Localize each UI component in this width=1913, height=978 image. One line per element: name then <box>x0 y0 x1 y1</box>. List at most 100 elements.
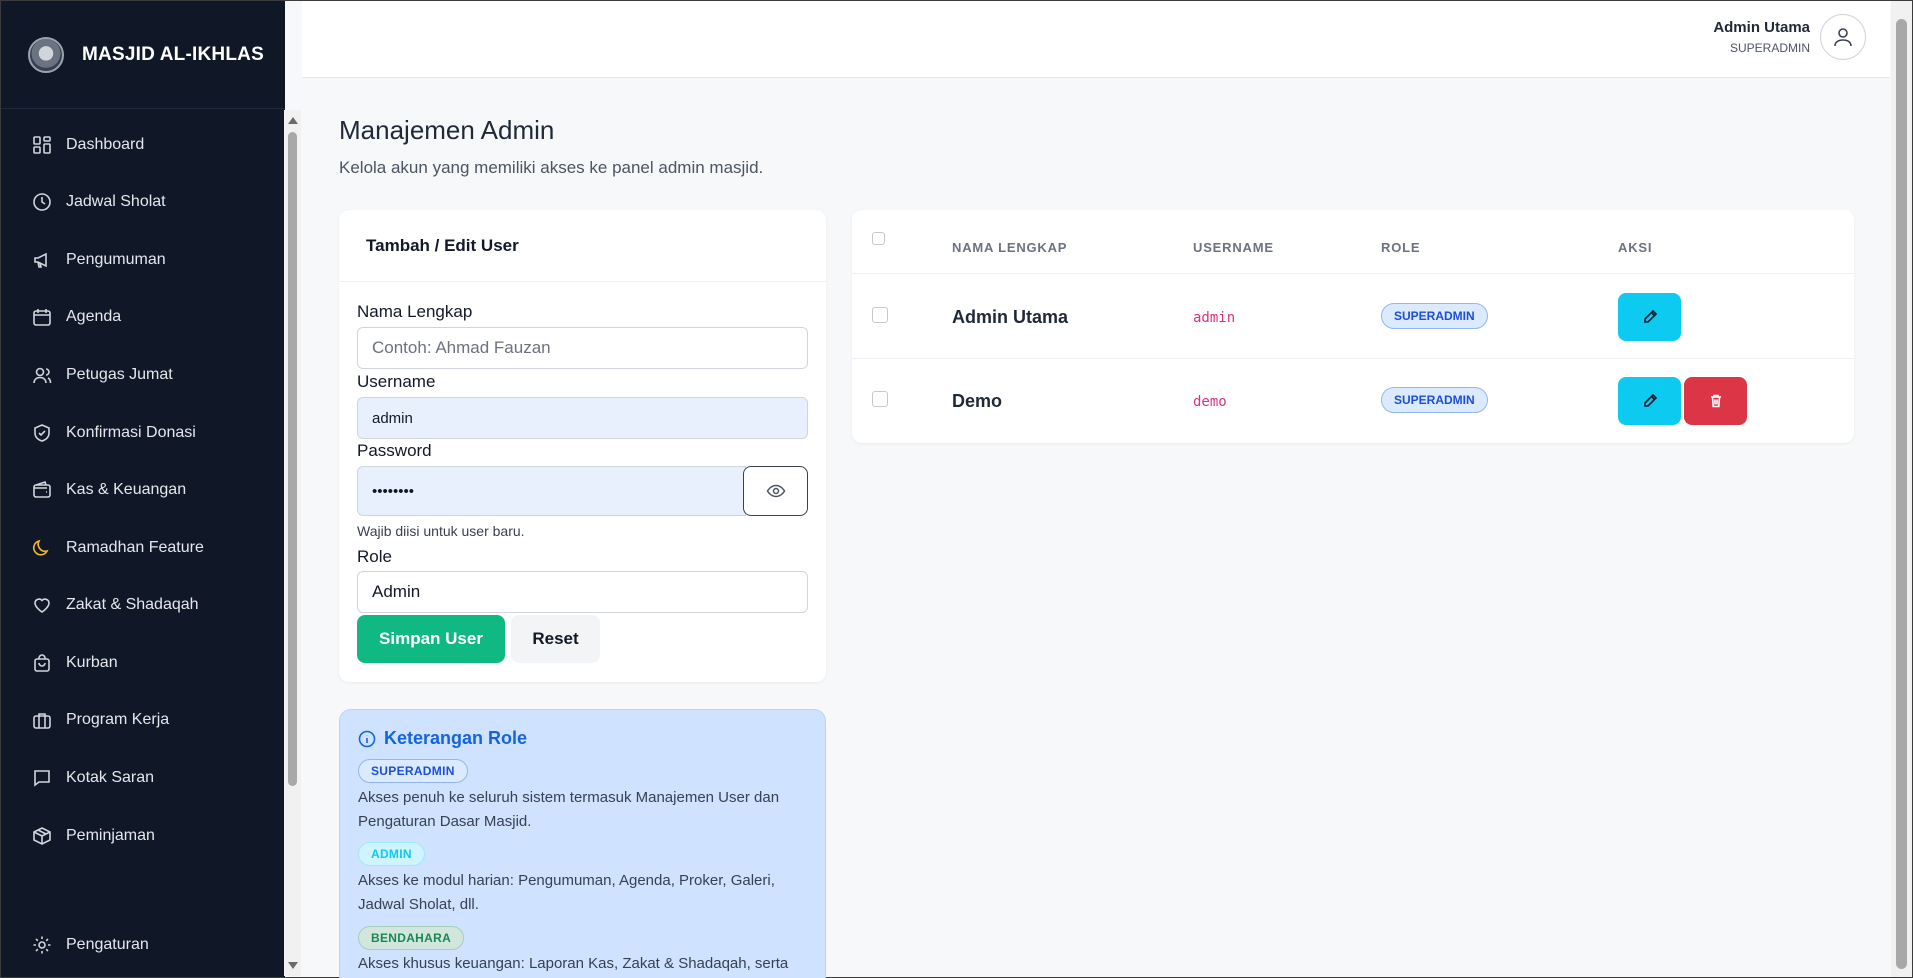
wallet-icon <box>32 480 52 500</box>
sidebar-item-label: Program Kerja <box>66 711 170 728</box>
select-all-checkbox[interactable] <box>872 232 885 245</box>
row-divider <box>852 358 1854 359</box>
role-badge-admin: ADMIN <box>358 842 425 866</box>
page-scrollbar-thumb[interactable] <box>1896 19 1907 969</box>
page-scrollbar[interactable] <box>1891 1 1912 977</box>
save-user-button[interactable]: Simpan User <box>357 615 505 663</box>
header-divider <box>852 273 1854 274</box>
users-table: NAMA LENGKAP USERNAME ROLE AKSI Admin Ut… <box>852 210 1854 443</box>
sidebar-scrollbar-thumb[interactable] <box>288 132 297 786</box>
box-icon <box>32 826 52 846</box>
column-header-username: USERNAME <box>1193 240 1274 255</box>
user-role: SUPERADMIN <box>1729 41 1810 55</box>
sidebar-item-label: Konfirmasi Donasi <box>66 424 196 441</box>
sidebar-item-label: Jadwal Sholat <box>66 193 166 210</box>
role-info-card: Keterangan Role SUPERADMIN Akses penuh k… <box>339 709 826 978</box>
sidebar-item-label: Agenda <box>66 308 122 325</box>
user-name: Admin Utama <box>1713 19 1810 36</box>
sidebar-item-zakat-shadaqah[interactable]: Zakat & Shadaqah <box>1 583 267 627</box>
users-icon <box>32 365 52 385</box>
sidebar-item-konfirmasi-donasi[interactable]: Konfirmasi Donasi <box>1 411 267 455</box>
role-label: Role <box>357 547 392 566</box>
user-info: Admin Utama SUPERADMIN <box>1713 19 1810 55</box>
password-input[interactable]: •••••••• <box>357 466 746 516</box>
delete-button[interactable] <box>1684 377 1747 425</box>
page-title: Manajemen Admin <box>339 115 555 145</box>
column-header-role: ROLE <box>1381 240 1421 255</box>
form-title: Tambah / Edit User <box>339 210 826 282</box>
sidebar-item-jadwal-sholat[interactable]: Jadwal Sholat <box>1 180 267 224</box>
sidebar-item-label: Ramadhan Feature <box>66 539 204 556</box>
role-badge-bendahara: BENDAHARA <box>358 926 465 950</box>
column-header-name: NAMA LENGKAP <box>952 240 1068 255</box>
role-select[interactable]: Admin <box>357 571 808 613</box>
status-badge: SUPERADMIN <box>1381 387 1488 413</box>
sidebar-item-kas-keuangan[interactable]: Kas & Keuangan <box>1 468 267 512</box>
row-checkbox[interactable] <box>872 391 888 407</box>
topbar: Admin Utama SUPERADMIN <box>302 1 1890 78</box>
page-subtitle: Kelola akun yang memiliki akses ke panel… <box>339 158 764 177</box>
name-input[interactable]: Contoh: Ahmad Fauzan <box>357 327 808 369</box>
brand[interactable]: MASJID AL-IKHLAS <box>1 1 285 109</box>
sidebar-item-ramadhan-feature[interactable]: Ramadhan Feature <box>1 526 267 570</box>
heart-icon <box>32 595 52 615</box>
info-icon <box>358 730 376 747</box>
sidebar-item-label: Dashboard <box>66 136 145 153</box>
sidebar-item-program-kerja[interactable]: Program Kerja <box>1 698 267 742</box>
sidebar-scrollbar[interactable] <box>284 110 301 976</box>
user-icon <box>1834 28 1852 47</box>
briefcase-icon <box>32 710 52 730</box>
sidebar-item-label: Peminjaman <box>66 827 155 844</box>
shield-check-icon <box>32 423 52 443</box>
pencil-icon <box>1643 393 1657 407</box>
gear-icon <box>32 935 52 955</box>
row-checkbox[interactable] <box>872 307 888 323</box>
sidebar-item-label: Kurban <box>66 654 118 671</box>
role-badge-superadmin: SUPERADMIN <box>358 759 468 783</box>
cell-username: admin <box>1193 310 1236 326</box>
moon-icon <box>32 538 52 558</box>
edit-button[interactable] <box>1618 293 1681 341</box>
user-form-card: Tambah / Edit User Nama Lengkap Contoh: … <box>339 210 826 682</box>
sidebar-item-pengaturan[interactable]: Pengaturan <box>1 923 267 967</box>
sidebar-item-label: Pengaturan <box>66 936 149 953</box>
sidebar-item-label: Kotak Saran <box>66 769 155 786</box>
sidebar-nav: Dashboard Jadwal Sholat Pengumuman Agend… <box>1 111 285 977</box>
sidebar-item-label: Zakat & Shadaqah <box>66 596 199 613</box>
sidebar-item-label: Petugas Jumat <box>66 366 173 383</box>
scroll-down-arrow-icon[interactable] <box>288 962 298 969</box>
bag-icon <box>32 653 52 673</box>
cell-name: Admin Utama <box>952 307 1069 327</box>
role-info-title-text: Keterangan Role <box>384 728 528 748</box>
sidebar-item-kurban[interactable]: Kurban <box>1 641 267 685</box>
column-header-actions: AKSI <box>1618 240 1653 255</box>
avatar[interactable] <box>1820 14 1866 60</box>
sidebar-item-label: Kas & Keuangan <box>66 481 187 498</box>
dashboard-icon <box>32 135 52 155</box>
name-label: Nama Lengkap <box>357 302 473 321</box>
sidebar-item-kotak-saran[interactable]: Kotak Saran <box>1 756 267 800</box>
sidebar-item-petugas-jumat[interactable]: Petugas Jumat <box>1 353 267 397</box>
user-menu[interactable]: Admin Utama SUPERADMIN <box>1713 14 1866 60</box>
status-badge: SUPERADMIN <box>1381 303 1488 329</box>
clock-icon <box>32 192 52 212</box>
mosque-logo-icon <box>28 36 64 73</box>
reset-button[interactable]: Reset <box>511 615 600 663</box>
toggle-password-button[interactable] <box>743 466 808 516</box>
sidebar-item-label: Pengumuman <box>66 251 166 268</box>
sidebar: MASJID AL-IKHLAS Dashboard Jadwal Sholat… <box>1 1 285 977</box>
sidebar-item-dashboard[interactable]: Dashboard <box>1 123 267 167</box>
eye-icon <box>766 484 785 498</box>
sidebar-item-peminjaman[interactable]: Peminjaman <box>1 814 267 858</box>
calendar-icon <box>32 307 52 327</box>
username-input[interactable]: admin <box>357 397 808 439</box>
role-desc-admin: Akses ke modul harian: Pengumuman, Agend… <box>358 872 775 913</box>
edit-button[interactable] <box>1618 377 1681 425</box>
role-info-title: Keterangan Role <box>358 728 527 749</box>
sidebar-item-pengumuman[interactable]: Pengumuman <box>1 238 267 282</box>
sidebar-item-agenda[interactable]: Agenda <box>1 295 267 339</box>
scroll-up-arrow-icon[interactable] <box>288 117 298 124</box>
role-desc-superadmin: Akses penuh ke seluruh sistem termasuk M… <box>358 789 780 830</box>
username-label: Username <box>357 372 436 391</box>
trash-icon <box>1710 394 1721 408</box>
